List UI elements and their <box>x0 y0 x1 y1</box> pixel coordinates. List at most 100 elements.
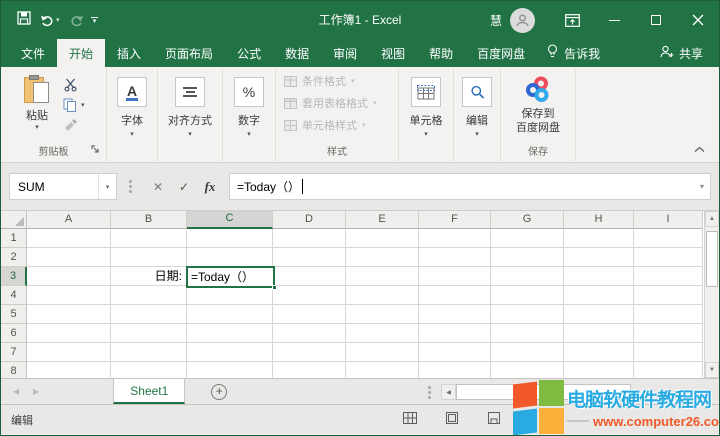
cell-A7[interactable] <box>27 343 111 362</box>
name-box[interactable]: SUM ▾ <box>9 173 117 200</box>
cell-E8[interactable] <box>346 362 419 378</box>
cell-I4[interactable] <box>634 286 703 305</box>
cell-G1[interactable] <box>491 229 564 248</box>
cell-G7[interactable] <box>491 343 564 362</box>
select-all-button[interactable] <box>1 211 27 229</box>
cell-D3[interactable] <box>273 267 346 286</box>
column-header-G[interactable]: G <box>491 211 564 229</box>
editing-dropdown-icon[interactable]: ▾ <box>475 130 479 138</box>
cell-B3[interactable]: 日期: <box>111 267 187 286</box>
row-header-4[interactable]: 4 <box>1 286 27 305</box>
tab-insert[interactable]: 插入 <box>105 39 153 67</box>
cell-C6[interactable] <box>187 324 273 343</box>
customize-toolbar-icon[interactable]: ▾ <box>91 17 98 24</box>
cell-B6[interactable] <box>111 324 187 343</box>
paste-dropdown-icon[interactable]: ▾ <box>35 123 39 131</box>
collapse-ribbon-icon[interactable] <box>694 144 705 156</box>
column-header-E[interactable]: E <box>346 211 419 229</box>
tab-formulas[interactable]: 公式 <box>225 39 273 67</box>
cell-H2[interactable] <box>564 248 634 267</box>
cell-I6[interactable] <box>634 324 703 343</box>
user-name[interactable]: 慧 <box>490 12 502 29</box>
cell-A5[interactable] <box>27 305 111 324</box>
cell-A2[interactable] <box>27 248 111 267</box>
formula-bar-drag-handle[interactable] <box>129 180 132 183</box>
cell-F3[interactable] <box>419 267 491 286</box>
scroll-down-icon[interactable]: ▼ <box>705 362 719 378</box>
cell-B8[interactable] <box>111 362 187 378</box>
cell-E1[interactable] <box>346 229 419 248</box>
number-button[interactable]: % 数字 ▾ <box>223 77 275 138</box>
cancel-button[interactable]: ✕ <box>145 173 171 200</box>
font-dropdown-icon[interactable]: ▾ <box>130 130 134 138</box>
new-sheet-button[interactable]: + <box>211 384 227 400</box>
column-header-B[interactable]: B <box>111 211 187 229</box>
cell-B5[interactable] <box>111 305 187 324</box>
cells-button[interactable]: 单元格 ▾ <box>399 77 453 138</box>
column-header-I[interactable]: I <box>634 211 703 229</box>
cell-D6[interactable] <box>273 324 346 343</box>
cell-E6[interactable] <box>346 324 419 343</box>
cell-I3[interactable] <box>634 267 703 286</box>
cell-I1[interactable] <box>634 229 703 248</box>
page-layout-view-icon[interactable] <box>445 412 459 427</box>
cell-I5[interactable] <box>634 305 703 324</box>
cell-D2[interactable] <box>273 248 346 267</box>
cell-F8[interactable] <box>419 362 491 378</box>
cell-A4[interactable] <box>27 286 111 305</box>
cut-button[interactable] <box>63 77 78 92</box>
font-button[interactable]: A 字体 ▾ <box>107 77 157 138</box>
tell-me-box[interactable]: 告诉我 <box>537 39 610 67</box>
active-cell-c3[interactable]: =Today（） <box>186 266 275 288</box>
scroll-up-icon[interactable]: ▲ <box>705 211 719 227</box>
vertical-scrollbar[interactable]: ▲ ▼ <box>704 211 719 378</box>
save-icon[interactable] <box>17 11 31 30</box>
row-header-1[interactable]: 1 <box>1 229 27 248</box>
cell-F4[interactable] <box>419 286 491 305</box>
tab-file[interactable]: 文件 <box>9 39 57 67</box>
cell-F6[interactable] <box>419 324 491 343</box>
number-dropdown-icon[interactable]: ▾ <box>247 130 251 138</box>
cell-H5[interactable] <box>564 305 634 324</box>
cell-D8[interactable] <box>273 362 346 378</box>
ribbon-display-options-icon[interactable] <box>551 1 593 39</box>
avatar[interactable] <box>510 8 535 33</box>
cell-A6[interactable] <box>27 324 111 343</box>
cell-F5[interactable] <box>419 305 491 324</box>
cell-I7[interactable] <box>634 343 703 362</box>
undo-dropdown-icon[interactable]: ▾ <box>56 16 60 24</box>
alignment-dropdown-icon[interactable]: ▾ <box>188 130 192 138</box>
name-box-dropdown-icon[interactable]: ▾ <box>98 174 116 199</box>
copy-dropdown-icon[interactable]: ▾ <box>81 101 85 109</box>
cell-E2[interactable] <box>346 248 419 267</box>
cell-E4[interactable] <box>346 286 419 305</box>
page-break-preview-icon[interactable] <box>487 412 501 427</box>
row-header-3[interactable]: 3 <box>1 267 27 286</box>
column-header-D[interactable]: D <box>273 211 346 229</box>
row-header-5[interactable]: 5 <box>1 305 27 324</box>
cell-E5[interactable] <box>346 305 419 324</box>
insert-function-button[interactable]: fx <box>197 173 223 200</box>
cell-B7[interactable] <box>111 343 187 362</box>
cell-H6[interactable] <box>564 324 634 343</box>
cell-H1[interactable] <box>564 229 634 248</box>
tab-help[interactable]: 帮助 <box>417 39 465 67</box>
cell-D7[interactable] <box>273 343 346 362</box>
cell-A8[interactable] <box>27 362 111 378</box>
tab-data[interactable]: 数据 <box>273 39 321 67</box>
cell-E3[interactable] <box>346 267 419 286</box>
cell-F2[interactable] <box>419 248 491 267</box>
tab-area-resize-handle[interactable] <box>428 391 431 394</box>
cell-G5[interactable] <box>491 305 564 324</box>
cells-dropdown-icon[interactable]: ▾ <box>424 130 428 138</box>
normal-view-icon[interactable] <box>403 412 417 427</box>
cell-B1[interactable] <box>111 229 187 248</box>
cell-C2[interactable] <box>187 248 273 267</box>
scroll-left-icon[interactable]: ◀ <box>441 384 456 400</box>
prev-sheet-icon[interactable]: ◀ <box>13 387 19 396</box>
column-header-H[interactable]: H <box>564 211 634 229</box>
fill-handle[interactable] <box>272 285 277 290</box>
cell-G3[interactable] <box>491 267 564 286</box>
cell-F7[interactable] <box>419 343 491 362</box>
editing-button[interactable]: 编辑 ▾ <box>454 77 500 138</box>
